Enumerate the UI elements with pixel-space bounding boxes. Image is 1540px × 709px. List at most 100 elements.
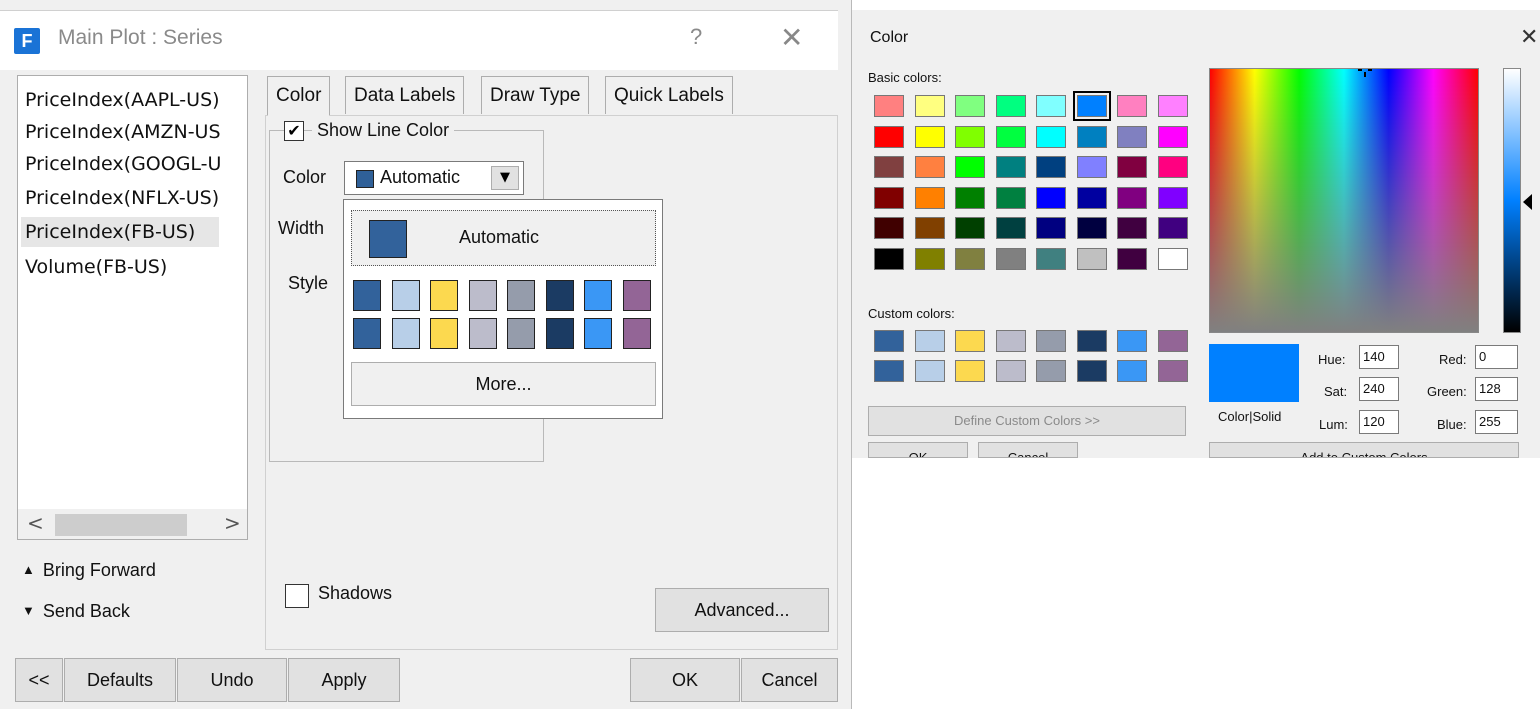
series-item-googl[interactable]: PriceIndex(GOOGL-U xyxy=(25,149,247,179)
undo-button[interactable]: Undo xyxy=(177,658,287,702)
series-item-volume-fb[interactable]: Volume(FB-US) xyxy=(25,252,247,282)
basic-color-swatch[interactable] xyxy=(1072,91,1111,121)
color-spectrum[interactable] xyxy=(1209,68,1479,333)
custom-color-swatch[interactable] xyxy=(1076,330,1107,352)
series-item-aapl[interactable]: PriceIndex(AAPL-US) xyxy=(25,85,247,115)
custom-color-swatch[interactable] xyxy=(874,330,904,352)
more-colors-button[interactable]: More... xyxy=(351,362,656,406)
cancel-button[interactable]: Cancel xyxy=(741,658,838,702)
blue-input[interactable]: 255 xyxy=(1475,410,1518,434)
palette-swatch[interactable] xyxy=(622,318,651,349)
palette-swatch[interactable] xyxy=(391,318,420,349)
defaults-button[interactable]: Defaults xyxy=(64,658,176,702)
custom-color-swatch[interactable] xyxy=(955,330,985,352)
basic-color-swatch[interactable] xyxy=(1117,247,1147,270)
custom-color-swatch[interactable] xyxy=(874,360,904,382)
custom-color-swatch[interactable] xyxy=(955,360,985,382)
basic-color-swatch[interactable] xyxy=(874,125,904,148)
basic-color-swatch[interactable] xyxy=(1036,186,1066,209)
palette-swatch[interactable] xyxy=(507,318,535,349)
basic-color-swatch[interactable] xyxy=(914,95,945,117)
chevron-down-icon[interactable]: ▼ xyxy=(491,166,519,190)
basic-color-swatch[interactable] xyxy=(874,247,904,270)
ok-button[interactable]: OK xyxy=(630,658,740,702)
basic-color-swatch[interactable] xyxy=(1157,125,1188,148)
advanced-button[interactable]: Advanced... xyxy=(655,588,829,632)
define-custom-colors-button[interactable]: Define Custom Colors >> xyxy=(868,406,1186,436)
palette-swatch[interactable] xyxy=(468,280,497,311)
help-icon[interactable]: ? xyxy=(690,24,702,50)
red-input[interactable]: 0 xyxy=(1475,345,1518,369)
basic-color-swatch[interactable] xyxy=(955,217,985,239)
basic-color-swatch[interactable] xyxy=(1076,217,1107,239)
basic-color-swatch[interactable] xyxy=(1157,186,1188,209)
basic-color-swatch[interactable] xyxy=(995,247,1026,270)
basic-color-swatch[interactable] xyxy=(914,247,945,270)
series-item-amzn[interactable]: PriceIndex(AMZN-US xyxy=(25,117,247,147)
picker-ok-button[interactable]: OK xyxy=(868,442,968,458)
palette-swatch[interactable] xyxy=(430,280,458,311)
basic-color-swatch[interactable] xyxy=(1117,95,1147,117)
color-select[interactable]: Automatic ▼ xyxy=(344,161,524,195)
basic-color-swatch[interactable] xyxy=(914,217,945,239)
custom-color-swatch[interactable] xyxy=(995,360,1026,382)
show-line-color-checkbox[interactable]: ✔ xyxy=(284,121,304,141)
palette-swatch[interactable] xyxy=(584,280,612,311)
basic-color-swatch[interactable] xyxy=(1117,186,1147,209)
basic-color-swatch[interactable] xyxy=(914,186,945,209)
basic-color-swatch[interactable] xyxy=(1117,217,1147,239)
sat-input[interactable]: 240 xyxy=(1359,377,1399,401)
basic-color-swatch[interactable] xyxy=(874,186,904,209)
series-list[interactable]: PriceIndex(AAPL-US) PriceIndex(AMZN-US P… xyxy=(17,75,248,540)
custom-color-swatch[interactable] xyxy=(1036,360,1066,382)
palette-swatch[interactable] xyxy=(353,280,381,311)
send-back-button[interactable]: ▼ Send Back xyxy=(22,601,130,622)
palette-swatch[interactable] xyxy=(391,280,420,311)
picker-close-icon[interactable]: ✕ xyxy=(1520,24,1538,50)
basic-color-swatch[interactable] xyxy=(955,247,985,270)
basic-color-swatch[interactable] xyxy=(874,156,904,178)
palette-swatch[interactable] xyxy=(468,318,497,349)
basic-color-swatch[interactable] xyxy=(995,95,1026,117)
custom-color-swatch[interactable] xyxy=(1076,360,1107,382)
series-item-nflx[interactable]: PriceIndex(NFLX-US) xyxy=(25,183,247,213)
basic-color-swatch[interactable] xyxy=(1036,95,1066,117)
green-input[interactable]: 128 xyxy=(1475,377,1518,401)
basic-color-swatch[interactable] xyxy=(1036,125,1066,148)
basic-color-swatch[interactable] xyxy=(1157,247,1188,270)
palette-swatch[interactable] xyxy=(507,280,535,311)
basic-color-swatch[interactable] xyxy=(995,186,1026,209)
scroll-left-arrow-icon[interactable]: < xyxy=(27,511,44,535)
basic-color-swatch[interactable] xyxy=(955,95,985,117)
apply-button[interactable]: Apply xyxy=(288,658,400,702)
close-icon[interactable]: ✕ xyxy=(780,21,803,54)
tab-quick-labels[interactable]: Quick Labels xyxy=(605,76,733,114)
basic-color-swatch[interactable] xyxy=(995,125,1026,148)
custom-color-swatch[interactable] xyxy=(1157,360,1188,382)
basic-color-swatch[interactable] xyxy=(1076,247,1107,270)
add-to-custom-colors-button[interactable]: Add to Custom Colors xyxy=(1209,442,1519,458)
tab-color[interactable]: Color xyxy=(267,76,331,116)
collapse-button[interactable]: << xyxy=(15,658,63,702)
automatic-color-option[interactable]: Automatic xyxy=(351,210,656,266)
luminosity-arrow-icon[interactable] xyxy=(1523,194,1532,210)
basic-color-swatch[interactable] xyxy=(1157,95,1188,117)
basic-color-swatch[interactable] xyxy=(995,217,1026,239)
custom-color-swatch[interactable] xyxy=(1036,330,1066,352)
series-item-fb-selected[interactable]: PriceIndex(FB-US) xyxy=(21,217,219,247)
palette-swatch[interactable] xyxy=(545,318,574,349)
basic-color-swatch[interactable] xyxy=(874,95,904,117)
series-list-hscrollbar[interactable]: < > xyxy=(18,509,247,539)
tab-draw-type[interactable]: Draw Type xyxy=(481,76,590,114)
basic-color-swatch[interactable] xyxy=(914,156,945,178)
palette-swatch[interactable] xyxy=(545,280,574,311)
basic-color-swatch[interactable] xyxy=(874,217,904,239)
scrollbar-thumb[interactable] xyxy=(55,514,187,536)
basic-color-swatch[interactable] xyxy=(1157,156,1188,178)
luminosity-slider[interactable] xyxy=(1503,68,1521,333)
custom-color-swatch[interactable] xyxy=(1117,360,1147,382)
basic-color-swatch[interactable] xyxy=(955,156,985,178)
custom-color-swatch[interactable] xyxy=(914,330,945,352)
picker-cancel-button[interactable]: Cancel xyxy=(978,442,1078,458)
basic-color-swatch[interactable] xyxy=(1076,156,1107,178)
